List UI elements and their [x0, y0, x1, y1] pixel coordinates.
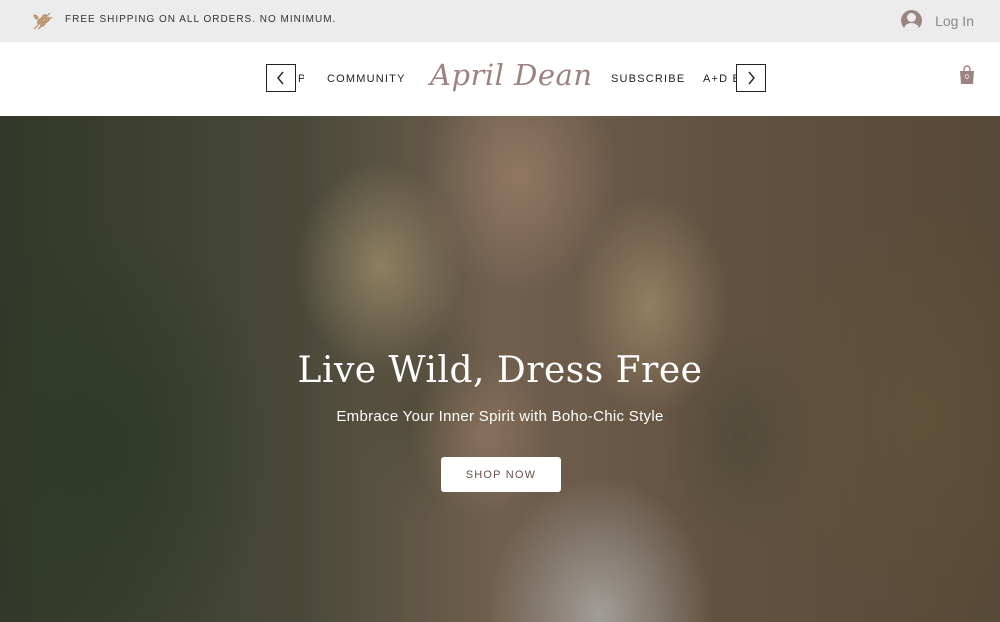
hero-banner: Live Wild, Dress Free Embrace Your Inner… — [0, 116, 1000, 622]
login-button[interactable]: Log In — [901, 10, 974, 31]
hero-subtitle: Embrace Your Inner Spirit with Boho-Chic… — [336, 408, 664, 425]
cart-button[interactable]: 0 — [958, 64, 976, 86]
main-nav: P COMMUNITY April Dean SUBSCRIBE A+D B 0 — [0, 42, 1000, 117]
cart-count: 0 — [965, 74, 969, 81]
wheat-leaf-icon — [33, 12, 53, 30]
nav-item-community[interactable]: COMMUNITY — [327, 73, 406, 85]
shop-now-button[interactable]: SHOP NOW — [441, 457, 561, 492]
nav-scroll-left-button[interactable] — [266, 64, 296, 92]
nav-scroll-right-button[interactable] — [736, 64, 766, 92]
nav-item-subscribe[interactable]: SUBSCRIBE — [611, 73, 685, 85]
chevron-right-icon — [748, 71, 755, 85]
user-avatar-icon — [901, 10, 923, 31]
nav-item-partial[interactable]: P — [298, 73, 304, 85]
announcement-bar: FREE SHIPPING ON ALL ORDERS. NO MINIMUM.… — [0, 0, 1000, 42]
hero-title: Live Wild, Dress Free — [297, 350, 703, 391]
login-label: Log In — [935, 12, 974, 29]
chevron-left-icon — [277, 71, 284, 85]
nav-item-ad-blog[interactable]: A+D B — [703, 73, 736, 85]
free-shipping-text: FREE SHIPPING ON ALL ORDERS. NO MINIMUM. — [65, 14, 337, 25]
site-logo[interactable]: April Dean — [430, 58, 593, 92]
